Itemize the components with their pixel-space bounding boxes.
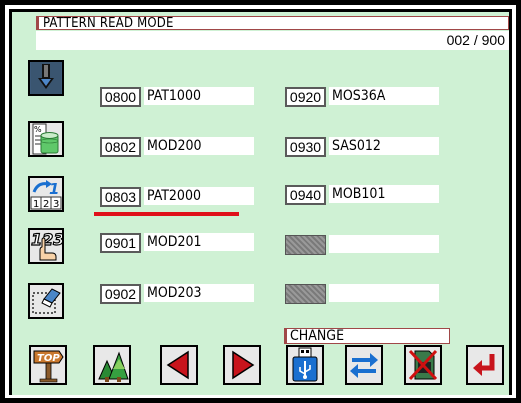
renumber-button[interactable]: 1 1 2 3 xyxy=(28,176,64,212)
keypad-button[interactable]: 123 xyxy=(28,228,64,264)
page-title: PATTERN READ MODE xyxy=(43,16,174,31)
pattern-name: MOD200 xyxy=(144,137,254,155)
pattern-name: PAT2000 xyxy=(144,187,254,205)
pattern-number: 0901 xyxy=(100,233,141,253)
database-percent-icon: % xyxy=(32,123,59,155)
pattern-number: 0930 xyxy=(285,137,326,157)
card-disabled-icon xyxy=(408,349,438,381)
arrow-left-icon xyxy=(166,350,189,380)
empty-slot-name xyxy=(329,235,439,253)
svg-text:2: 2 xyxy=(43,199,49,210)
selection-underline xyxy=(94,212,239,216)
empty-slot-number xyxy=(285,235,326,255)
change-label: CHANGE xyxy=(284,328,450,344)
svg-text:3: 3 xyxy=(53,199,59,210)
download-needle-icon xyxy=(31,62,61,94)
change-label-text: CHANGE xyxy=(290,328,345,344)
pattern-name: MOS36A xyxy=(329,87,439,105)
svg-text:123: 123 xyxy=(31,230,62,249)
pattern-name: SAS012 xyxy=(329,137,439,155)
pattern-number: 0920 xyxy=(285,87,326,107)
eraser-button[interactable] xyxy=(28,283,64,319)
arrow-right-icon xyxy=(232,350,255,380)
usb-icon xyxy=(292,347,318,382)
download-button[interactable] xyxy=(28,60,64,96)
swap-button[interactable] xyxy=(345,345,383,385)
empty-slot-name xyxy=(329,284,439,302)
svg-text:1: 1 xyxy=(49,180,59,198)
eraser-icon xyxy=(32,288,61,314)
trees-icon xyxy=(98,351,129,382)
svg-text:%: % xyxy=(34,125,42,134)
keypad-hand-icon: 123 xyxy=(30,230,62,261)
empty-slot-number xyxy=(285,284,326,304)
top-signpost-icon: TOP xyxy=(33,350,64,383)
database-button[interactable]: % xyxy=(28,121,64,157)
forest-button[interactable] xyxy=(93,345,131,385)
pattern-number: 0940 xyxy=(285,185,326,205)
page-next-button[interactable] xyxy=(223,345,261,385)
top-button[interactable]: TOP xyxy=(29,345,67,385)
pattern-name: MOD201 xyxy=(144,233,254,251)
renumber-icon: 1 1 2 3 xyxy=(30,180,62,210)
swap-arrows-icon xyxy=(350,353,378,378)
title-bar: PATTERN READ MODE xyxy=(36,16,509,31)
svg-text:1: 1 xyxy=(33,199,39,210)
pattern-number: 0803 xyxy=(100,187,141,207)
enter-button[interactable] xyxy=(466,345,504,385)
page-prev-button[interactable] xyxy=(160,345,198,385)
enter-return-icon xyxy=(473,354,495,376)
usb-source-button[interactable] xyxy=(286,345,324,385)
card-button-disabled[interactable] xyxy=(404,345,442,385)
counter-box: 002 / 900 xyxy=(36,31,509,50)
pattern-name: MOD203 xyxy=(144,284,254,302)
pattern-name: MOB101 xyxy=(329,185,439,203)
pattern-number: 0802 xyxy=(100,137,141,157)
top-sign-text: TOP xyxy=(37,353,60,364)
pattern-number: 0800 xyxy=(100,87,141,107)
pattern-number: 0902 xyxy=(100,284,141,304)
pattern-counter: 002 / 900 xyxy=(446,32,505,48)
pattern-name: PAT1000 xyxy=(144,87,254,105)
